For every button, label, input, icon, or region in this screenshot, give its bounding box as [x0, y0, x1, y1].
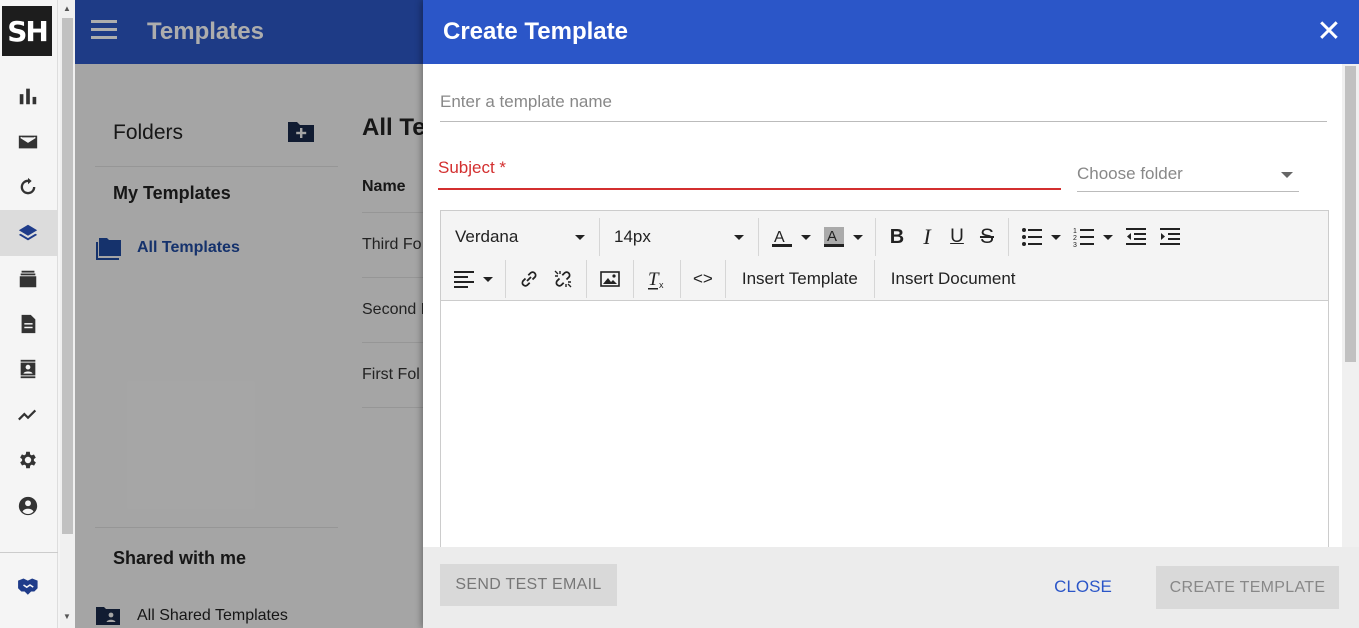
chevron-down-icon: [1051, 234, 1061, 240]
page-scrollbar-thumb[interactable]: [62, 18, 73, 534]
underline-icon[interactable]: U: [942, 220, 972, 254]
chevron-down-icon: [734, 234, 744, 240]
dialog-scrollbar[interactable]: [1342, 64, 1359, 547]
bold-icon[interactable]: B: [882, 220, 912, 254]
bullet-list-button[interactable]: [1015, 220, 1067, 254]
inbox-icon[interactable]: [14, 265, 42, 293]
font-size-value: 14px: [614, 227, 651, 246]
contacts-icon[interactable]: [14, 355, 42, 383]
folder-select[interactable]: Choose folder: [1077, 158, 1299, 192]
dialog-header: Create Template ✕: [423, 0, 1359, 64]
template-name-input[interactable]: [440, 82, 1327, 122]
scroll-up-icon[interactable]: ▲: [63, 4, 71, 13]
svg-text:2: 2: [1073, 235, 1077, 242]
layers-icon[interactable]: [14, 219, 42, 247]
align-button[interactable]: [447, 262, 499, 296]
italic-icon[interactable]: I: [912, 220, 942, 254]
create-template-dialog: Create Template ✕ Subject * Choose folde…: [423, 0, 1359, 628]
modal-backdrop[interactable]: [75, 0, 423, 628]
svg-text:1: 1: [1073, 228, 1077, 235]
link-icon[interactable]: [512, 262, 546, 296]
outdent-icon[interactable]: [1119, 220, 1153, 254]
chevron-down-icon: [483, 276, 493, 282]
subject-label[interactable]: Subject *: [438, 158, 506, 178]
highlight-icon: A: [824, 227, 844, 247]
rich-text-editor: Verdana 14px A A B I U S 1 2 3 T x <> In…: [440, 210, 1329, 550]
close-button[interactable]: CLOSE: [1040, 569, 1126, 605]
background-color-button[interactable]: A: [817, 220, 869, 254]
bar-chart-icon[interactable]: [14, 82, 42, 110]
svg-text:A: A: [774, 229, 785, 246]
chevron-down-icon: [853, 234, 863, 240]
chevron-down-icon: [1103, 234, 1113, 240]
text-color-icon: A: [772, 229, 792, 247]
toolbar-row-2: Tx <> Insert Template Insert Document: [441, 259, 1032, 299]
indent-icon[interactable]: [1153, 220, 1187, 254]
svg-text:A: A: [827, 228, 837, 245]
close-icon[interactable]: ✕: [1315, 17, 1343, 47]
align-left-icon: [454, 271, 474, 288]
account-icon[interactable]: [14, 492, 42, 520]
toolbar-row-1: Verdana 14px A A B I U S 1 2 3: [441, 217, 1193, 257]
bullet-list-icon: [1022, 228, 1042, 246]
strikethrough-icon[interactable]: S: [972, 220, 1002, 254]
unlink-icon[interactable]: [546, 262, 580, 296]
dialog-footer: SEND TEST EMAIL CLOSE CREATE TEMPLATE: [423, 547, 1359, 628]
document-icon[interactable]: [14, 310, 42, 338]
sync-icon[interactable]: [14, 173, 42, 201]
chevron-down-icon: [1281, 172, 1293, 178]
app-logo[interactable]: SH: [2, 6, 52, 56]
font-family-select[interactable]: Verdana: [447, 220, 593, 254]
clear-formatting-icon[interactable]: Tx: [640, 262, 674, 296]
chevron-down-icon: [801, 234, 811, 240]
mail-icon[interactable]: [14, 128, 42, 156]
svg-text:3: 3: [1073, 242, 1077, 248]
image-icon[interactable]: [593, 262, 627, 296]
text-color-button[interactable]: A: [765, 220, 817, 254]
nav-rail: SH: [0, 0, 58, 628]
numbered-list-icon: 123: [1073, 228, 1094, 248]
insert-document-button[interactable]: Insert Document: [881, 262, 1026, 296]
font-family-value: Verdana: [455, 227, 519, 246]
rail-bottom-section: [0, 552, 58, 628]
create-template-button[interactable]: CREATE TEMPLATE: [1156, 566, 1339, 609]
editor-toolbar: Verdana 14px A A B I U S 1 2 3 T x <> In…: [441, 211, 1328, 301]
dialog-scrollbar-thumb[interactable]: [1345, 66, 1356, 362]
scroll-down-icon[interactable]: ▼: [63, 612, 71, 621]
font-size-select[interactable]: 14px: [606, 220, 752, 254]
subject-input-underline: [438, 188, 1061, 190]
editor-content-area[interactable]: [441, 302, 1328, 550]
chevron-down-icon: [575, 234, 585, 240]
source-code-icon[interactable]: <>: [687, 262, 719, 296]
trend-icon[interactable]: [14, 401, 42, 429]
svg-text:x: x: [659, 280, 664, 290]
handshake-icon[interactable]: [16, 571, 44, 599]
numbered-list-button[interactable]: 123: [1067, 220, 1119, 254]
page-scrollbar[interactable]: ▲ ▼: [60, 0, 75, 628]
dialog-title: Create Template: [443, 18, 628, 45]
insert-template-button[interactable]: Insert Template: [732, 262, 868, 296]
gear-icon[interactable]: [14, 446, 42, 474]
send-test-email-button[interactable]: SEND TEST EMAIL: [440, 564, 617, 606]
folder-select-placeholder: Choose folder: [1077, 164, 1183, 183]
